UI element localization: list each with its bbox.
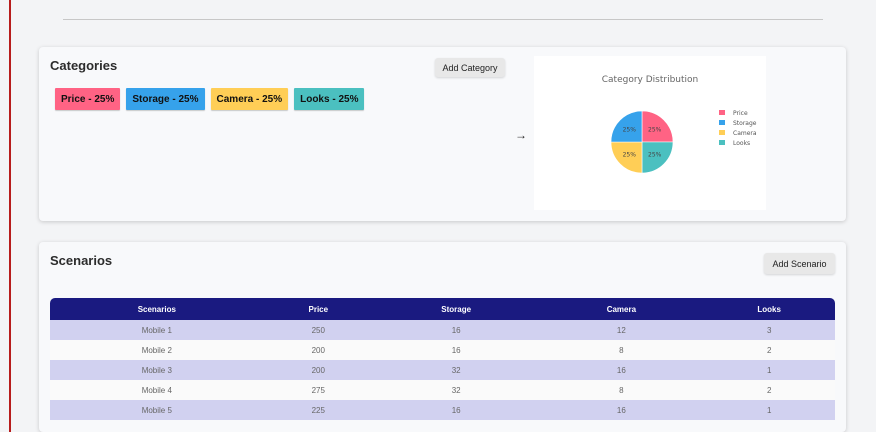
cell-camera: 8 (539, 340, 704, 360)
table-row[interactable]: Mobile 5 225 16 16 1 (50, 400, 835, 420)
legend-label-camera[interactable]: Camera (733, 130, 757, 137)
cell-price: 225 (263, 400, 373, 420)
header-price[interactable]: Price (263, 298, 373, 320)
cell-storage: 16 (372, 340, 540, 360)
header-storage[interactable]: Storage (372, 298, 540, 320)
legend-swatch-price (719, 110, 725, 115)
cell-storage: 16 (372, 400, 540, 420)
top-divider (63, 19, 823, 20)
legend-label-storage[interactable]: Storage (733, 120, 757, 127)
legend-label-looks[interactable]: Looks (733, 140, 750, 147)
cell-scenario: Mobile 1 (50, 320, 264, 340)
header-looks[interactable]: Looks (703, 298, 835, 320)
cell-scenario: Mobile 2 (50, 340, 264, 360)
legend-swatch-storage (719, 120, 725, 125)
pie-chart-svg: Category Distribution 25% 25% 25% 25% Price S… (602, 75, 757, 174)
cell-storage: 32 (372, 360, 540, 380)
add-category-button[interactable]: Add Category (435, 58, 505, 77)
table-row[interactable]: Mobile 3 200 32 16 1 (50, 360, 835, 380)
cell-looks: 1 (703, 360, 835, 380)
table-row[interactable]: Mobile 4 275 32 8 2 (50, 380, 835, 400)
cell-price: 200 (263, 340, 373, 360)
header-camera[interactable]: Camera (539, 298, 704, 320)
category-chip-price[interactable]: Price - 25% (55, 88, 121, 110)
chart-title: Category Distribution (602, 75, 698, 85)
cell-looks: 3 (703, 320, 835, 340)
pie-data-label: 25% (623, 126, 637, 133)
header-scenarios[interactable]: Scenarios (50, 298, 264, 320)
pie-data-label: 25% (648, 126, 662, 133)
cell-storage: 32 (372, 380, 540, 400)
legend-label-price[interactable]: Price (733, 110, 748, 117)
legend-swatch-looks (719, 140, 725, 145)
table-header-row: Scenarios Price Storage Camera Looks (50, 298, 835, 320)
category-chip-camera[interactable]: Camera - 25% (210, 88, 289, 110)
cell-scenario: Mobile 3 (50, 360, 264, 380)
cell-storage: 16 (372, 320, 540, 340)
category-chip-storage[interactable]: Storage - 25% (126, 88, 205, 110)
category-chips: Price - 25% Storage - 25% Camera - 25% L… (55, 88, 365, 110)
left-border-line (9, 0, 11, 432)
pie-data-label: 25% (648, 152, 662, 159)
table-row[interactable]: Mobile 1 250 16 12 3 (50, 320, 835, 340)
cell-looks: 1 (703, 400, 835, 420)
cell-scenario: Mobile 5 (50, 400, 264, 420)
categories-card: Categories Add Category Price - 25% Stor… (39, 47, 846, 221)
add-scenario-button[interactable]: Add Scenario (764, 253, 835, 274)
cell-camera: 8 (539, 380, 704, 400)
cell-price: 275 (263, 380, 373, 400)
scenarios-title: Scenarios (50, 253, 113, 268)
cell-camera: 16 (539, 360, 704, 380)
cell-price: 200 (263, 360, 373, 380)
arrow-right-icon: → (515, 128, 527, 142)
cell-price: 250 (263, 320, 373, 340)
table-row[interactable]: Mobile 2 200 16 8 2 (50, 340, 835, 360)
cell-looks: 2 (703, 340, 835, 360)
category-chip-looks[interactable]: Looks - 25% (294, 88, 365, 110)
cell-camera: 12 (539, 320, 704, 340)
pie-data-label: 25% (623, 152, 637, 159)
cell-camera: 16 (539, 400, 704, 420)
legend-swatch-camera (719, 130, 725, 135)
scenarios-card: Scenarios Add Scenario Scenarios Price S… (39, 242, 846, 432)
cell-looks: 2 (703, 380, 835, 400)
scenarios-table: Scenarios Price Storage Camera Looks Mob… (50, 298, 835, 420)
categories-title: Categories (50, 58, 118, 73)
category-distribution-chart: Category Distribution 25% 25% 25% 25% Price S… (534, 56, 766, 210)
cell-scenario: Mobile 4 (50, 380, 264, 400)
